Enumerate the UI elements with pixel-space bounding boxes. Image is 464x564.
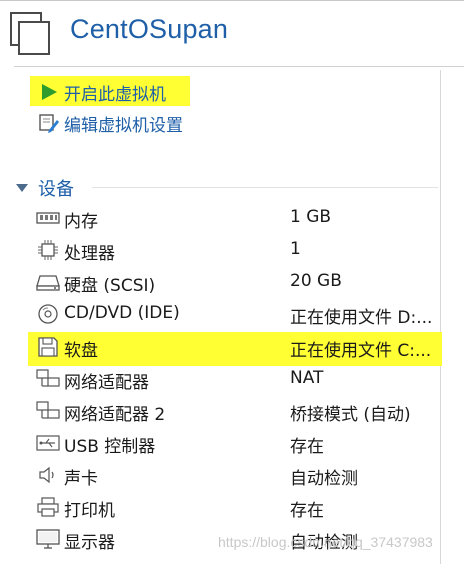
sound-icon	[36, 464, 60, 486]
device-row-printer[interactable]: 打印机 存在	[36, 492, 440, 522]
device-row-memory[interactable]: 内存 1 GB	[36, 203, 440, 233]
header-divider	[14, 66, 464, 67]
power-on-vm-link[interactable]: 开启此虚拟机	[38, 79, 166, 105]
device-row-processor[interactable]: 处理器 1	[36, 235, 440, 265]
device-row-floppy[interactable]: 软盘 正在使用文件 C:...	[36, 332, 440, 362]
network-adapter-icon	[36, 368, 60, 390]
device-row-sound-card[interactable]: 声卡 自动检测	[36, 460, 440, 490]
device-name: 硬盘 (SCSI)	[64, 276, 156, 296]
device-value: 存在	[290, 437, 324, 457]
display-icon	[36, 528, 60, 550]
devices-section-header[interactable]: 设备	[16, 175, 74, 201]
edit-settings-label: 编辑虚拟机设置	[64, 115, 183, 136]
device-row-hard-disk[interactable]: 硬盘 (SCSI) 20 GB	[36, 267, 440, 297]
play-icon	[38, 81, 60, 103]
collapse-triangle-icon	[16, 184, 28, 192]
device-value: 20 GB	[290, 271, 342, 291]
hard-disk-icon	[36, 271, 60, 293]
device-name: 网络适配器 2	[64, 405, 166, 425]
edit-settings-icon	[38, 112, 60, 134]
device-value: 存在	[290, 501, 324, 521]
usb-icon	[36, 432, 60, 454]
device-name: 内存	[64, 212, 98, 232]
device-row-usb-controller[interactable]: USB 控制器 存在	[36, 428, 440, 458]
device-name: 声卡	[64, 469, 98, 489]
device-name: 显示器	[64, 533, 115, 553]
device-value: 1 GB	[290, 207, 332, 227]
device-name: USB 控制器	[64, 437, 156, 457]
device-value: 正在使用文件 D:...	[290, 308, 433, 328]
watermark: https://blog.csdn.net/qq_37437983	[218, 534, 433, 550]
vm-title: CentOSupan	[70, 14, 229, 44]
virtual-machine-icon	[10, 12, 54, 56]
devices-section-label: 设备	[38, 179, 74, 200]
device-row-cd-dvd[interactable]: CD/DVD (IDE) 正在使用文件 D:...	[36, 299, 440, 329]
device-value: 自动检测	[290, 469, 358, 489]
device-value: 正在使用文件 C:...	[290, 341, 432, 361]
device-row-network-adapter[interactable]: 网络适配器 NAT	[36, 364, 440, 394]
device-row-network-adapter-2[interactable]: 网络适配器 2 桥接模式 (自动)	[36, 396, 440, 426]
network-adapter-icon	[36, 400, 60, 422]
device-name: 软盘	[64, 341, 98, 361]
floppy-icon	[36, 336, 60, 358]
device-value: 桥接模式 (自动)	[290, 405, 411, 425]
power-on-label: 开启此虚拟机	[64, 84, 166, 105]
section-divider	[92, 187, 438, 188]
processor-icon	[36, 239, 60, 261]
device-name: CD/DVD (IDE)	[64, 303, 180, 323]
device-name: 网络适配器	[64, 373, 149, 393]
panel-divider	[440, 70, 441, 564]
device-value: NAT	[290, 368, 324, 388]
printer-icon	[36, 496, 60, 518]
device-value: 1	[290, 239, 301, 259]
cd-dvd-icon	[36, 303, 60, 325]
device-name: 打印机	[64, 501, 115, 521]
vm-header: CentOSupan	[0, 0, 464, 66]
memory-icon	[36, 207, 60, 229]
edit-vm-settings-link[interactable]: 编辑虚拟机设置	[38, 110, 183, 136]
device-name: 处理器	[64, 244, 115, 264]
